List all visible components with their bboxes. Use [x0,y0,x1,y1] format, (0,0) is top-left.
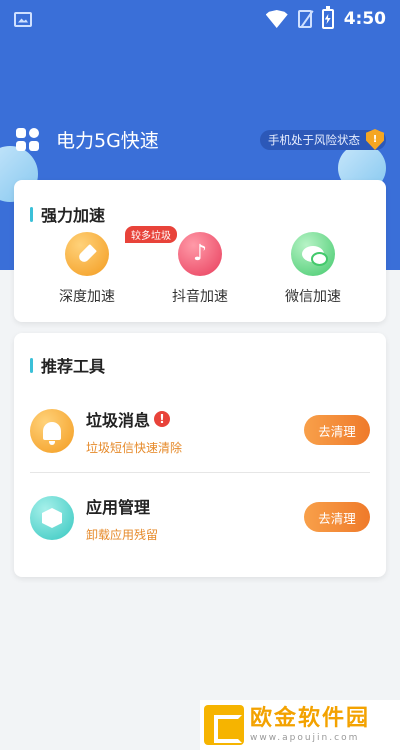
apps-grid-icon[interactable] [16,127,40,152]
section-accent-bar [30,357,33,373]
risk-status-badge[interactable]: 手机处于风险状态 ! [260,129,386,150]
clean-junk-messages-button[interactable]: 去清理 [304,415,370,445]
alert-icon: ! [154,410,171,427]
status-bar: 4:50 [0,0,400,38]
douyin-boost-label: 抖音加速 [172,289,228,305]
app-title-row: 电力5G快速 [16,126,159,153]
package-box-icon [30,496,74,540]
battery-charging-icon [321,6,334,29]
status-time: 4:50 [343,9,386,29]
wifi-icon [265,10,288,28]
music-note-icon: ♪ [178,232,222,276]
clean-app-residue-button[interactable]: 去清理 [304,502,370,532]
wechat-boost-label: 微信加速 [285,289,341,305]
no-sim-icon [297,10,312,28]
deep-boost-button[interactable]: 较多垃圾 深度加速 [32,226,177,306]
image-notification-icon [14,11,32,27]
risk-status-text: 手机处于风险状态 [268,133,360,147]
wechat-icon [291,232,335,276]
douyin-boost-button[interactable]: ♪ 抖音加速 [145,232,255,306]
tool-junk-messages[interactable]: 垃圾消息 ! 垃圾短信快速清除 去清理 [30,401,370,461]
tools-section-title: 推荐工具 [30,353,105,377]
rocket-icon: 较多垃圾 [65,226,177,276]
status-icons: 4:50 [265,6,386,29]
warning-shield-icon: ! [366,129,384,150]
app-title: 电力5G快速 [56,130,159,152]
deep-boost-label: 深度加速 [59,289,115,305]
watermark-text: 欧金软件园 [250,705,371,731]
tool-name: 垃圾消息 ! [86,407,182,431]
tool-name: 应用管理 [86,497,151,517]
tool-desc: 卸载应用残留 [86,527,159,542]
wechat-boost-button[interactable]: 微信加速 [258,232,368,306]
section-accent-bar [30,206,33,222]
tool-text: 垃圾消息 ! 垃圾短信快速清除 [86,407,182,456]
site-watermark: 欧金软件园 www.apoujin.com [200,700,400,750]
divider [30,472,370,473]
watermark-logo-icon [204,705,244,745]
tool-text: 应用管理 卸载应用残留 [86,494,158,543]
tool-app-manager[interactable]: 应用管理 卸载应用残留 去清理 [30,488,370,548]
tools-card: 推荐工具 垃圾消息 ! 垃圾短信快速清除 去清理 应用管理 卸载应用残留 去清理 [14,333,386,577]
tool-desc: 垃圾短信快速清除 [86,440,183,455]
bell-icon [30,409,74,453]
boost-card: 强力加速 较多垃圾 深度加速 ♪ 抖音加速 微信加速 [14,180,386,322]
boost-section-title: 强力加速 [30,202,105,226]
watermark-url: www.apoujin.com [250,732,360,743]
